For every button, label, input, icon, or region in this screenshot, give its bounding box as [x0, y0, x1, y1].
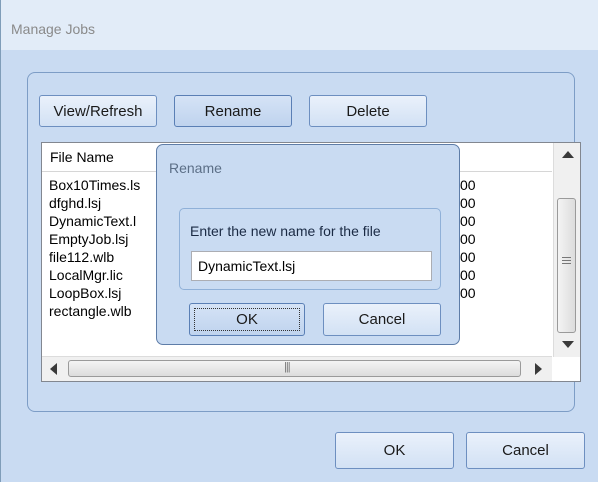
- list-item[interactable]: rectangle.wlb: [49, 303, 132, 319]
- grip-line: [562, 263, 571, 264]
- scroll-up-icon[interactable]: [562, 151, 574, 158]
- column-header-label: File Name: [50, 149, 114, 165]
- list-item[interactable]: LocalMgr.lic: [49, 267, 123, 283]
- cancel-button[interactable]: Cancel: [466, 432, 585, 469]
- rename-cancel-button[interactable]: Cancel: [323, 303, 441, 336]
- manage-jobs-window: Manage Jobs View/Refresh Rename Delete F…: [0, 0, 598, 482]
- list-item-location: 00: [460, 213, 476, 229]
- rename-dialog: Rename Enter the new name for the file D…: [156, 144, 460, 345]
- delete-button[interactable]: Delete: [309, 95, 427, 127]
- grip-line: [562, 257, 571, 258]
- new-name-input[interactable]: DynamicText.lsj: [191, 251, 432, 281]
- list-item[interactable]: Box10Times.ls: [49, 177, 140, 193]
- horizontal-scroll-thumb[interactable]: |||: [68, 360, 521, 377]
- ok-button[interactable]: OK: [335, 432, 454, 469]
- list-item[interactable]: dfghd.lsj: [49, 195, 101, 211]
- list-item-location: 00: [460, 231, 476, 247]
- scroll-left-icon[interactable]: [50, 363, 57, 375]
- scroll-down-icon[interactable]: [562, 341, 574, 348]
- title-bar: Manage Jobs: [1, 0, 598, 50]
- scroll-right-icon[interactable]: [535, 363, 542, 375]
- list-item[interactable]: LoopBox.lsj: [49, 285, 121, 301]
- list-item-location: 00: [460, 267, 476, 283]
- rename-prompt: Enter the new name for the file: [190, 223, 381, 239]
- rename-dialog-title: Rename: [169, 160, 222, 176]
- list-item-location: 00: [460, 177, 476, 193]
- list-item-location: 00: [460, 285, 476, 301]
- list-item[interactable]: EmptyJob.lsj: [49, 231, 128, 247]
- rename-ok-label: OK: [236, 311, 258, 328]
- vertical-scrollbar[interactable]: [553, 143, 580, 357]
- grip-line: [562, 260, 571, 261]
- list-item-location: 00: [460, 195, 476, 211]
- window-title: Manage Jobs: [11, 21, 96, 37]
- list-item[interactable]: file112.wlb: [49, 249, 114, 265]
- horizontal-scrollbar[interactable]: |||: [42, 356, 552, 381]
- rename-ok-button[interactable]: OK: [189, 303, 305, 336]
- grip-icon: |||: [284, 361, 291, 373]
- vertical-scroll-thumb[interactable]: [557, 198, 576, 333]
- rename-button[interactable]: Rename: [174, 95, 292, 127]
- list-item[interactable]: DynamicText.l: [49, 213, 136, 229]
- list-item-location: 00: [460, 249, 476, 265]
- view-refresh-button[interactable]: View/Refresh: [39, 95, 157, 127]
